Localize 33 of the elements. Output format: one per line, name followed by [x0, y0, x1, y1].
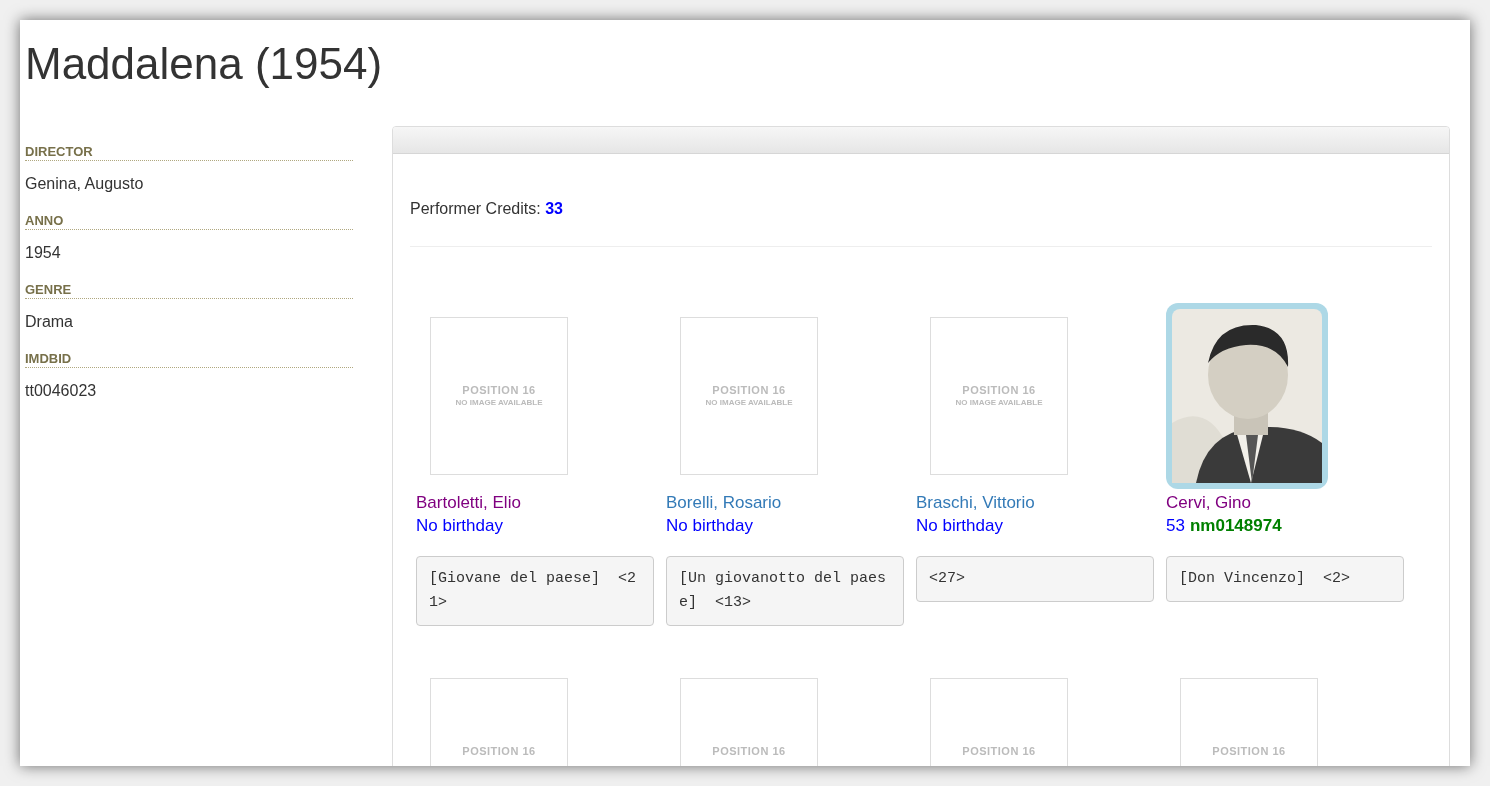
birthday-text: No birthday: [666, 516, 753, 536]
placeholder-title: POSITION 16: [712, 384, 786, 396]
detail-label: GENRE: [25, 282, 353, 299]
birthday-text: No birthday: [916, 516, 1003, 536]
detail-label: DIRECTOR: [25, 144, 353, 161]
imdb-id: nm0148974: [1189, 516, 1282, 536]
placeholder-caption: NO IMAGE AVAILABLE: [705, 398, 793, 407]
placeholder-title: POSITION 16: [462, 745, 536, 757]
placeholder-title: POSITION 16: [1212, 745, 1286, 757]
detail-value: Drama: [25, 313, 74, 331]
performer-link[interactable]: Braschi, Vittorio: [916, 493, 1035, 513]
detail-value: Genina, Augusto: [25, 175, 145, 193]
role-text: [Un giovanotto del paese] <13>: [666, 556, 904, 626]
role-text: <27>: [916, 556, 1154, 602]
birthday-text: No birthday: [416, 516, 503, 536]
placeholder-caption: NO IMAGE AVAILABLE: [455, 398, 543, 407]
role-text: [Giovane del paese] <21>: [416, 556, 654, 626]
placeholder-title: POSITION 16: [962, 745, 1036, 757]
placeholder-title: POSITION 16: [462, 384, 536, 396]
detail-value: 1954: [25, 244, 62, 262]
performer-link[interactable]: Borelli, Rosario: [666, 493, 782, 513]
placeholder-caption: NO IMAGE AVAILABLE: [955, 398, 1043, 407]
placeholder-title: POSITION 16: [712, 745, 786, 757]
role-text: [Don Vincenzo] <2>: [1166, 556, 1404, 602]
detail-label: ANNO: [25, 213, 353, 230]
detail-value: tt0046023: [25, 382, 98, 400]
page-title: Maddalena (1954): [25, 40, 384, 88]
detail-label: IMDBID: [25, 351, 353, 368]
performer-link[interactable]: Bartoletti, Elio: [416, 493, 521, 513]
placeholder-title: POSITION 16: [962, 384, 1036, 396]
credits-heading: Performer Credits: 33: [410, 154, 1432, 247]
performer-link[interactable]: Cervi, Gino: [1166, 493, 1252, 513]
performer-age: 53: [1166, 516, 1185, 536]
